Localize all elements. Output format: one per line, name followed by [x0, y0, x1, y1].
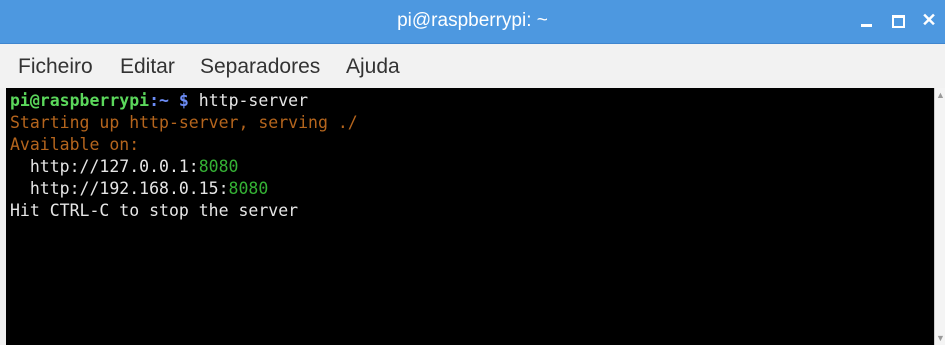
url-network-host: http://192.168.0.15: — [10, 179, 229, 198]
terminal-window: pi@raspberrypi: ~ ✕ Ficheiro Editar Sepa… — [0, 0, 945, 345]
vertical-scrollbar[interactable]: ▲ ▼ — [934, 88, 945, 345]
url-network-port: 8080 — [228, 179, 269, 198]
menu-separadores[interactable]: Separadores — [200, 55, 320, 79]
maximize-icon — [891, 14, 905, 28]
title-bar[interactable]: pi@raspberrypi: ~ ✕ — [0, 0, 945, 44]
output-url-local: http://127.0.0.1:8080 — [10, 156, 239, 178]
menu-ajuda[interactable]: Ajuda — [346, 55, 400, 79]
window-title: pi@raspberrypi: ~ — [397, 10, 548, 31]
command-text: http-server — [188, 91, 309, 110]
prompt-path: :~ $ — [149, 91, 189, 110]
scroll-up-icon[interactable]: ▲ — [936, 90, 945, 100]
output-stop-hint: Hit CTRL-C to stop the server — [10, 201, 299, 220]
menu-editar[interactable]: Editar — [120, 55, 175, 79]
terminal-output[interactable]: pi@raspberrypi:~ $ http-server Starting … — [6, 88, 934, 345]
scroll-down-icon[interactable]: ▼ — [936, 333, 945, 343]
prompt-user: pi@raspberrypi — [10, 91, 150, 110]
close-button[interactable]: ✕ — [918, 8, 940, 32]
output-starting-line: Starting up http-server, serving ./ — [10, 113, 358, 132]
url-local-port: 8080 — [198, 157, 239, 176]
output-available-line: Available on: — [10, 135, 140, 154]
menu-ficheiro[interactable]: Ficheiro — [18, 55, 93, 79]
maximize-button[interactable] — [887, 8, 909, 32]
prompt-line: pi@raspberrypi:~ $ http-server — [10, 90, 308, 112]
minimize-button[interactable] — [855, 8, 877, 32]
close-icon: ✕ — [921, 10, 937, 30]
output-url-network: http://192.168.0.15:8080 — [10, 178, 268, 200]
menu-bar: Ficheiro Editar Separadores Ajuda — [0, 44, 945, 89]
minimize-icon — [860, 23, 872, 27]
url-local-host: http://127.0.0.1: — [10, 157, 199, 176]
